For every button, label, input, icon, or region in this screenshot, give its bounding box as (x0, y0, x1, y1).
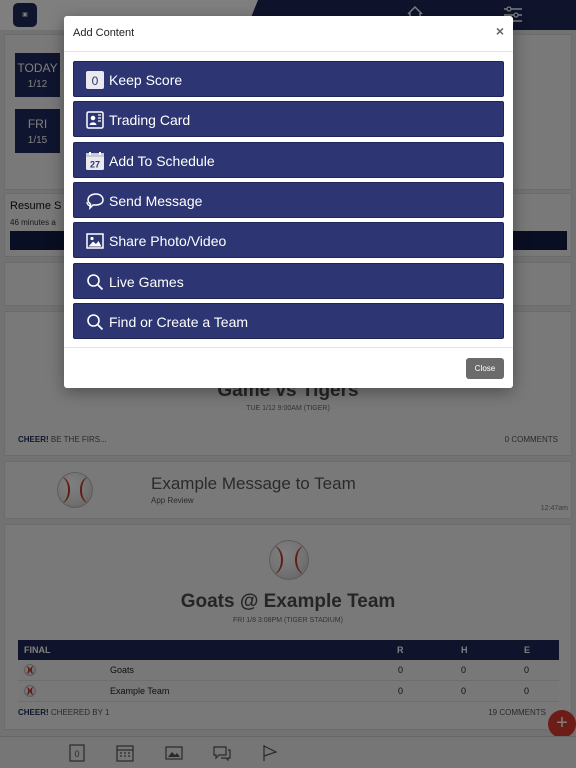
score-icon: 0 (86, 71, 104, 89)
message-icon (86, 193, 104, 210)
score-icon-text: 0 (92, 74, 99, 88)
dialog-footer: Close (64, 347, 513, 388)
close-icon[interactable]: × (496, 23, 504, 39)
calendar-icon: 27 (86, 152, 104, 170)
find-or-create-team-button[interactable]: Find or Create a Team (73, 303, 504, 339)
dialog-title: Add Content (73, 27, 135, 39)
option-label: Send Message (109, 193, 203, 209)
keep-score-button[interactable]: 0 Keep Score (73, 61, 504, 97)
add-to-schedule-button[interactable]: 27 Add To Schedule (73, 142, 504, 178)
calendar-icon-text: 27 (90, 160, 100, 170)
add-content-dialog: Add Content × 0 Keep Score Trading Card … (64, 16, 513, 388)
option-label: Trading Card (109, 112, 191, 128)
photo-icon (86, 233, 104, 249)
trading-card-icon (86, 111, 104, 129)
send-message-button[interactable]: Send Message (73, 182, 504, 218)
option-label: Share Photo/Video (109, 233, 227, 249)
trading-card-button[interactable]: Trading Card (73, 101, 504, 137)
live-games-button[interactable]: Live Games (73, 263, 504, 299)
option-label: Live Games (109, 274, 184, 290)
option-label: Find or Create a Team (109, 314, 249, 330)
option-label: Add To Schedule (109, 153, 215, 169)
option-label: Keep Score (109, 72, 183, 88)
search-icon (87, 274, 104, 291)
share-photo-video-button[interactable]: Share Photo/Video (73, 222, 504, 258)
dialog-header: Add Content × (64, 16, 513, 52)
close-button[interactable]: Close (466, 358, 504, 379)
search-icon (87, 314, 104, 331)
